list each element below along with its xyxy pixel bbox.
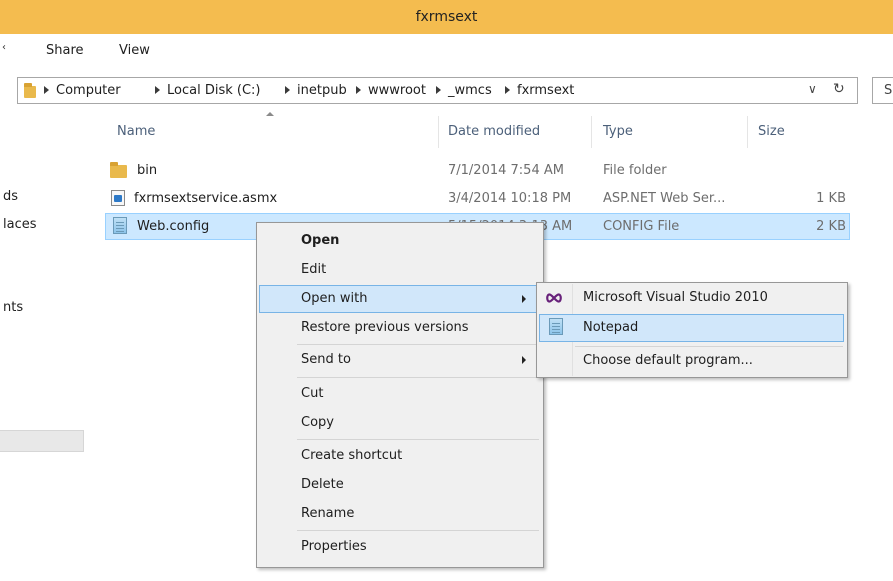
breadcrumb-local-disk[interactable]: Local Disk (C:) xyxy=(167,83,260,98)
aspx-file-icon xyxy=(111,190,125,206)
menu-item-create-shortcut[interactable]: Create shortcut xyxy=(301,448,402,463)
search-placeholder: S xyxy=(884,83,893,98)
nav-item[interactable]: laces xyxy=(3,217,37,232)
menu-item-open[interactable]: Open xyxy=(301,233,339,248)
context-menu xyxy=(256,222,544,568)
breadcrumb-separator-icon[interactable] xyxy=(505,86,510,94)
menu-item-delete[interactable]: Delete xyxy=(301,477,344,492)
menu-item-choose-default-program[interactable]: Choose default program... xyxy=(583,353,753,368)
file-name[interactable]: Web.config xyxy=(137,219,209,234)
menu-separator xyxy=(297,530,539,531)
menu-item-properties[interactable]: Properties xyxy=(301,539,367,554)
file-size: 1 KB xyxy=(816,191,846,206)
column-header-size[interactable]: Size xyxy=(758,124,785,139)
menu-item-rename[interactable]: Rename xyxy=(301,506,354,521)
file-size: 2 KB xyxy=(816,219,846,234)
file-type: ASP.NET Web Ser... xyxy=(603,191,726,206)
column-divider[interactable] xyxy=(747,116,748,148)
file-name[interactable]: fxrmsextservice.asmx xyxy=(134,191,277,206)
folder-icon xyxy=(24,83,36,98)
menu-separator xyxy=(297,439,539,440)
menu-separator xyxy=(297,377,539,378)
file-date: 7/1/2014 7:54 AM xyxy=(448,163,564,178)
breadcrumb-wmcs[interactable]: _wmcs xyxy=(448,83,492,98)
tab-view[interactable]: View xyxy=(119,43,150,58)
breadcrumb-fxrmsext[interactable]: fxrmsext xyxy=(517,83,574,98)
submenu-arrow-icon xyxy=(522,295,526,303)
nav-item[interactable]: nts xyxy=(3,300,23,315)
column-divider[interactable] xyxy=(438,116,439,148)
breadcrumb-separator-icon[interactable] xyxy=(155,86,160,94)
address-history-chevron-icon[interactable]: ∨ xyxy=(808,82,817,96)
menu-separator xyxy=(575,346,843,347)
nav-selected-item[interactable] xyxy=(0,430,84,452)
column-header-name[interactable]: Name xyxy=(117,124,155,139)
breadcrumb-inetpub[interactable]: inetpub xyxy=(297,83,347,98)
visual-studio-icon xyxy=(546,293,562,303)
column-header-type[interactable]: Type xyxy=(603,124,633,139)
breadcrumb-separator-icon[interactable] xyxy=(436,86,441,94)
menu-item-cut[interactable]: Cut xyxy=(301,386,323,401)
menu-item-notepad[interactable]: Notepad xyxy=(583,320,638,335)
breadcrumb-computer[interactable]: Computer xyxy=(56,83,121,98)
submenu-arrow-icon xyxy=(522,356,526,364)
nav-item[interactable]: ds xyxy=(3,189,18,204)
menu-item-visual-studio[interactable]: Microsoft Visual Studio 2010 xyxy=(583,290,768,305)
breadcrumb-wwwroot[interactable]: wwwroot xyxy=(368,83,426,98)
column-divider[interactable] xyxy=(591,116,592,148)
breadcrumb-separator-icon[interactable] xyxy=(356,86,361,94)
folder-icon xyxy=(110,162,127,178)
refresh-icon[interactable]: ↻ xyxy=(833,81,845,97)
sort-ascending-icon xyxy=(266,112,274,116)
config-file-icon xyxy=(113,217,127,234)
file-date: 3/4/2014 10:18 PM xyxy=(448,191,572,206)
breadcrumb-separator-icon[interactable] xyxy=(44,86,49,94)
menu-separator xyxy=(297,344,539,345)
menu-item-send-to[interactable]: Send to xyxy=(301,352,351,367)
column-header-date[interactable]: Date modified xyxy=(448,124,540,139)
file-name[interactable]: bin xyxy=(137,163,157,178)
ribbon-tab-stub[interactable]: ‹ xyxy=(2,42,6,53)
menu-item-open-with[interactable]: Open with xyxy=(301,291,367,306)
tab-share[interactable]: Share xyxy=(46,43,84,58)
notepad-icon xyxy=(549,318,563,335)
file-type: File folder xyxy=(603,163,667,178)
menu-item-edit[interactable]: Edit xyxy=(301,262,326,277)
breadcrumb-separator-icon[interactable] xyxy=(285,86,290,94)
menu-item-restore-previous-versions[interactable]: Restore previous versions xyxy=(301,320,469,335)
window-title: fxrmsext xyxy=(415,9,478,25)
file-type: CONFIG File xyxy=(603,219,680,234)
menu-item-copy[interactable]: Copy xyxy=(301,415,334,430)
